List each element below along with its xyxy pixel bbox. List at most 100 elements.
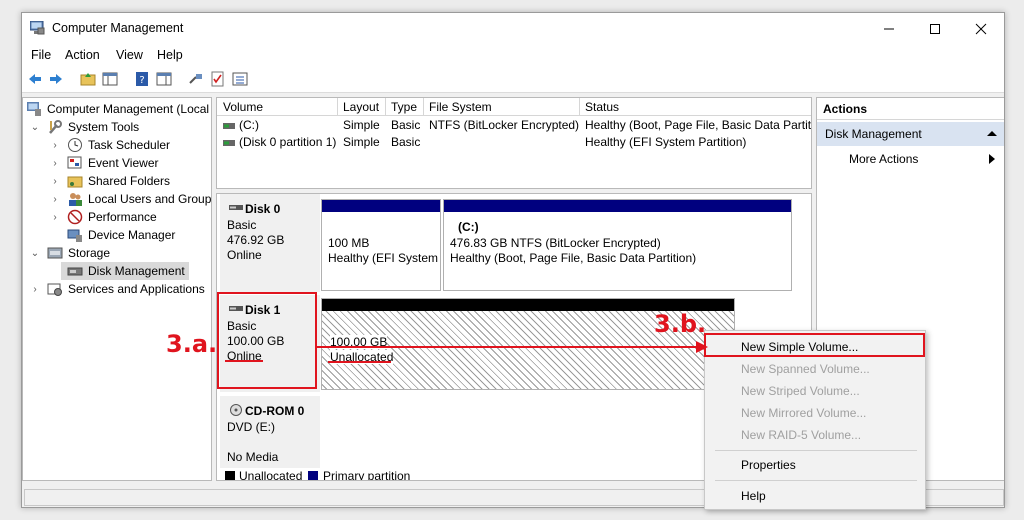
column-header-status[interactable]: Status <box>585 100 619 114</box>
checklist-icon[interactable] <box>210 71 226 87</box>
tree-item-computer-management[interactable]: Computer Management (Local <box>26 100 209 118</box>
more-actions-label: More Actions <box>849 152 919 166</box>
disk-icon <box>229 205 243 210</box>
disk-type: Basic <box>227 218 257 232</box>
back-arrow-icon[interactable] <box>27 71 43 87</box>
context-menu: New Simple Volume... New Spanned Volume.… <box>704 330 926 510</box>
list-view-icon[interactable] <box>232 71 248 87</box>
tree-item-task-scheduler[interactable]: › Task Scheduler <box>49 136 170 154</box>
tree-item-system-tools[interactable]: ⌄ System Tools <box>29 118 139 136</box>
actions-title: Actions <box>823 102 868 116</box>
storage-icon <box>47 245 63 261</box>
tree-item-performance[interactable]: › Performance <box>49 208 157 226</box>
tree-label: Computer Management (Local <box>47 102 210 116</box>
tree-item-local-users[interactable]: › Local Users and Groups <box>49 190 212 208</box>
submenu-arrow-icon <box>989 154 995 164</box>
disk-0-label[interactable]: Disk 0 Basic 476.92 GB Online <box>220 194 320 292</box>
disk-type: DVD (E:) <box>227 420 275 434</box>
volume-icon <box>223 140 235 146</box>
forward-arrow-icon[interactable] <box>48 71 64 87</box>
maximize-icon <box>930 23 940 34</box>
tree-label: Disk Management <box>88 264 185 278</box>
tools-icon <box>47 119 63 135</box>
menu-item-new-raid5-volume[interactable]: New RAID-5 Volume... <box>741 428 861 442</box>
cdrom-0-label[interactable]: CD-ROM 0 DVD (E:) No Media <box>220 396 320 468</box>
actions-section-label: Disk Management <box>825 127 922 141</box>
partition-status: Healthy (Boot, Page File, Basic Data Par… <box>450 251 697 265</box>
menu-item-properties[interactable]: Properties <box>741 458 796 472</box>
partition-size: 100 MB <box>328 236 370 250</box>
disk-status: Online <box>227 248 262 262</box>
maximize-button[interactable] <box>912 13 958 44</box>
collapse-up-icon[interactable] <box>987 130 997 137</box>
chevron-right-icon[interactable]: › <box>49 176 61 187</box>
partition-name: (C:) <box>458 220 479 234</box>
disk-size: 476.92 GB <box>227 233 285 247</box>
tree-label: Local Users and Groups <box>88 192 212 206</box>
partition-size: 476.83 GB NTFS (BitLocker Encrypted) <box>450 236 661 250</box>
cell-type: Basic <box>391 135 421 149</box>
disk-name: Disk 0 <box>245 202 281 216</box>
menu-item-new-striped-volume[interactable]: New Striped Volume... <box>741 384 860 398</box>
column-header-layout[interactable]: Layout <box>343 100 379 114</box>
tree-item-shared-folders[interactable]: › Shared Folders <box>49 172 170 190</box>
clock-icon <box>67 137 83 153</box>
tree-item-storage[interactable]: ⌄ Storage <box>29 244 110 262</box>
chevron-right-icon[interactable]: › <box>49 212 61 223</box>
menu-separator <box>715 450 917 451</box>
menu-separator <box>715 480 917 481</box>
tree-label: Services and Applications <box>68 282 205 296</box>
users-icon <box>67 191 83 207</box>
menu-help[interactable]: Help <box>157 48 183 62</box>
menu-view[interactable]: View <box>116 48 143 62</box>
actions-section-disk-management[interactable]: Disk Management <box>817 122 1004 146</box>
partition-c[interactable]: (C:) 476.83 GB NTFS (BitLocker Encrypted… <box>443 199 792 291</box>
cd-drive-icon <box>230 404 242 416</box>
help-book-icon[interactable]: ? <box>134 71 150 87</box>
properties-pane-icon[interactable] <box>156 71 172 87</box>
connect-icon[interactable] <box>188 71 204 87</box>
menu-item-new-spanned-volume[interactable]: New Spanned Volume... <box>741 362 870 376</box>
cell-layout: Simple <box>343 118 380 132</box>
up-folder-icon[interactable] <box>80 71 96 87</box>
close-button[interactable] <box>958 13 1004 44</box>
chevron-down-icon[interactable]: ⌄ <box>29 122 41 133</box>
volume-list: Volume Layout Type File System Status (C… <box>216 97 812 189</box>
chevron-right-icon[interactable]: › <box>49 194 61 205</box>
minimize-button[interactable] <box>866 13 912 44</box>
annotation-arrow <box>316 341 708 353</box>
partition-efi[interactable]: 100 MB Healthy (EFI System <box>321 199 441 291</box>
menu-item-new-mirrored-volume[interactable]: New Mirrored Volume... <box>741 406 866 420</box>
column-header-type[interactable]: Type <box>391 100 417 114</box>
annotation-underline-online <box>225 360 263 362</box>
disk-status: No Media <box>227 450 279 464</box>
legend-label-unallocated: Unallocated <box>239 469 303 481</box>
annotation-box-new-simple-volume <box>704 333 925 357</box>
menu-file[interactable]: File <box>31 48 51 62</box>
tree-item-disk-management[interactable]: Disk Management <box>61 262 189 280</box>
menu-item-help[interactable]: Help <box>741 489 766 503</box>
volume-list-header: Volume Layout Type File System Status <box>217 98 811 116</box>
chevron-down-icon[interactable]: ⌄ <box>29 248 41 259</box>
cell-volume: (Disk 0 partition 1) <box>239 135 337 149</box>
column-header-volume[interactable]: Volume <box>223 100 263 114</box>
minimize-icon <box>884 28 894 29</box>
event-viewer-icon <box>67 155 83 171</box>
menu-action[interactable]: Action <box>65 48 100 62</box>
performance-icon <box>67 209 83 225</box>
cell-type: Basic <box>391 118 421 132</box>
show-hide-tree-icon[interactable] <box>102 71 118 87</box>
tree-label: Shared Folders <box>88 174 171 188</box>
chevron-right-icon[interactable]: › <box>49 158 61 169</box>
chevron-right-icon[interactable]: › <box>29 284 41 295</box>
computer-management-icon <box>26 101 42 117</box>
annotation-box-disk1 <box>217 292 317 389</box>
tree-item-services-applications[interactable]: › Services and Applications <box>29 280 205 298</box>
tree-item-event-viewer[interactable]: › Event Viewer <box>49 154 158 172</box>
column-header-file-system[interactable]: File System <box>429 100 492 114</box>
chevron-right-icon[interactable]: › <box>49 140 61 151</box>
tree-item-device-manager[interactable]: Device Manager <box>61 226 175 244</box>
close-icon <box>975 23 987 34</box>
computer-management-icon <box>30 21 45 35</box>
more-actions-item[interactable]: More Actions <box>817 148 1004 170</box>
